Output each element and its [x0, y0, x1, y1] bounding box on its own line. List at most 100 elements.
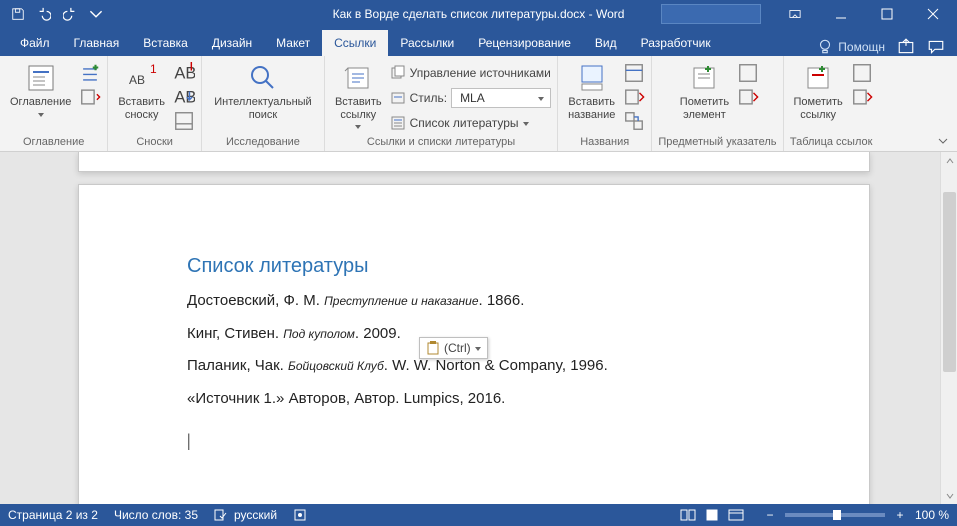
title-bar: Как в Ворде сделать список литературы.do…: [0, 0, 957, 28]
document-area: Список литературы Достоевский, Ф. М. Пре…: [0, 152, 957, 504]
read-mode-icon[interactable]: [677, 506, 699, 524]
zoom-in-button[interactable]: +: [893, 508, 907, 522]
update-index-button[interactable]: [737, 86, 759, 108]
paste-options-button[interactable]: (Ctrl): [419, 337, 488, 359]
scroll-thumb[interactable]: [943, 192, 956, 372]
tab-insert[interactable]: Вставка: [131, 30, 200, 56]
bibliography-entry: Достоевский, Ф. М. Преступление и наказа…: [187, 290, 747, 313]
share-icon[interactable]: [897, 38, 915, 56]
chevron-down-icon: [523, 122, 529, 126]
svg-text:AB: AB: [129, 73, 145, 87]
smart-lookup-button[interactable]: Интеллектуальный поиск: [208, 60, 318, 123]
manage-sources-button[interactable]: Управление источниками: [390, 62, 551, 84]
update-toa-button[interactable]: [851, 86, 873, 108]
scroll-down-icon[interactable]: [941, 487, 957, 504]
toc-button[interactable]: Оглавление: [6, 60, 75, 119]
group-footnotes: AB1 Вставить сноску ABi AB Сноски: [108, 56, 202, 151]
group-toc: Оглавление Оглавление: [0, 56, 108, 151]
chevron-down-icon: [475, 347, 481, 351]
show-notes-button[interactable]: [173, 110, 195, 132]
caption-icon: [576, 62, 608, 94]
zoom-slider[interactable]: [785, 513, 885, 517]
cross-reference-button[interactable]: [623, 110, 645, 132]
page-1-tail: [78, 152, 870, 172]
citation-style-row: Стиль: MLA: [390, 87, 551, 109]
tab-view[interactable]: Вид: [583, 30, 629, 56]
group-captions: Вставить название Названия: [558, 56, 652, 151]
mark-citation-button[interactable]: Пометить ссылку: [790, 60, 847, 123]
tab-layout[interactable]: Макет: [264, 30, 322, 56]
ribbon: Оглавление Оглавление AB1 Вставить сноск…: [0, 56, 957, 152]
redo-icon[interactable]: [58, 2, 82, 26]
view-buttons: [677, 506, 747, 524]
mark-index-entry-button[interactable]: Пометить элемент: [676, 60, 733, 123]
document-title: Как в Ворде сделать список литературы.do…: [333, 7, 625, 21]
comments-icon[interactable]: [927, 38, 945, 56]
group-toa: Пометить ссылку Таблица ссылок: [784, 56, 879, 151]
tell-me[interactable]: Помощн: [816, 38, 885, 56]
close-icon[interactable]: [911, 0, 955, 28]
tab-home[interactable]: Главная: [62, 30, 132, 56]
footnote-icon: AB 1: [126, 62, 158, 94]
zoom-level[interactable]: 100 %: [915, 508, 949, 522]
chevron-down-icon: [538, 97, 544, 101]
style-icon: [390, 90, 406, 106]
save-icon[interactable]: [6, 2, 30, 26]
tab-file[interactable]: Файл: [8, 30, 62, 56]
tab-developer[interactable]: Разработчик: [629, 30, 723, 56]
chevron-down-icon: [38, 113, 44, 117]
chevron-down-icon: [355, 125, 361, 129]
svg-text:i: i: [189, 62, 193, 74]
vertical-scrollbar[interactable]: [940, 152, 957, 504]
svg-text:1: 1: [150, 62, 157, 76]
status-bar: Страница 2 из 2 Число слов: 35 русский −…: [0, 504, 957, 526]
page-indicator[interactable]: Страница 2 из 2: [8, 508, 98, 522]
account-indicator[interactable]: [661, 4, 761, 24]
update-toc-button[interactable]: [79, 86, 101, 108]
zoom-slider-thumb[interactable]: [833, 510, 841, 520]
search-icon: [247, 62, 279, 94]
macro-indicator[interactable]: [293, 508, 307, 522]
ribbon-display-icon[interactable]: [773, 0, 817, 28]
print-layout-icon[interactable]: [701, 506, 723, 524]
text-cursor: |: [187, 430, 747, 451]
update-table-button[interactable]: [623, 86, 645, 108]
window-controls: [661, 0, 957, 28]
web-layout-icon[interactable]: [725, 506, 747, 524]
macro-icon: [293, 508, 307, 522]
tab-design[interactable]: Дизайн: [200, 30, 264, 56]
insert-citation-button[interactable]: Вставить ссылку: [331, 60, 386, 131]
mark-entry-icon: [688, 62, 720, 94]
quick-access-toolbar: [0, 2, 108, 26]
clipboard-icon: [426, 341, 440, 355]
lightbulb-icon: [816, 38, 834, 56]
next-footnote-button[interactable]: AB: [173, 86, 195, 108]
bibliography-heading: Список литературы: [187, 255, 747, 278]
add-text-button[interactable]: [79, 62, 101, 84]
bibliography-icon: [390, 115, 406, 131]
undo-icon[interactable]: [32, 2, 56, 26]
collapse-ribbon-icon[interactable]: [937, 135, 949, 147]
minimize-icon[interactable]: [819, 0, 863, 28]
tab-mailings[interactable]: Рассылки: [388, 30, 466, 56]
group-citations: Вставить ссылку Управление источниками С…: [325, 56, 558, 151]
bibliography-button[interactable]: Список литературы: [390, 112, 551, 134]
zoom-control: − + 100 %: [763, 508, 949, 522]
insert-index-button[interactable]: [737, 62, 759, 84]
language-indicator[interactable]: русский: [214, 508, 277, 522]
insert-table-figures-button[interactable]: [623, 62, 645, 84]
zoom-out-button[interactable]: −: [763, 508, 777, 522]
scroll-up-icon[interactable]: [941, 152, 957, 169]
qat-customize-icon[interactable]: [84, 2, 108, 26]
tab-review[interactable]: Рецензирование: [466, 30, 583, 56]
maximize-icon[interactable]: [865, 0, 909, 28]
citation-style-select[interactable]: MLA: [451, 88, 551, 108]
insert-toa-button[interactable]: [851, 62, 873, 84]
insert-footnote-button[interactable]: AB1 Вставить сноску: [114, 60, 169, 123]
word-count[interactable]: Число слов: 35: [114, 508, 198, 522]
toc-icon: [25, 62, 57, 94]
page-2[interactable]: Список литературы Достоевский, Ф. М. Пре…: [78, 184, 870, 504]
insert-endnote-button[interactable]: ABi: [173, 62, 195, 84]
tab-references[interactable]: Ссылки: [322, 30, 388, 56]
insert-caption-button[interactable]: Вставить название: [564, 60, 619, 123]
